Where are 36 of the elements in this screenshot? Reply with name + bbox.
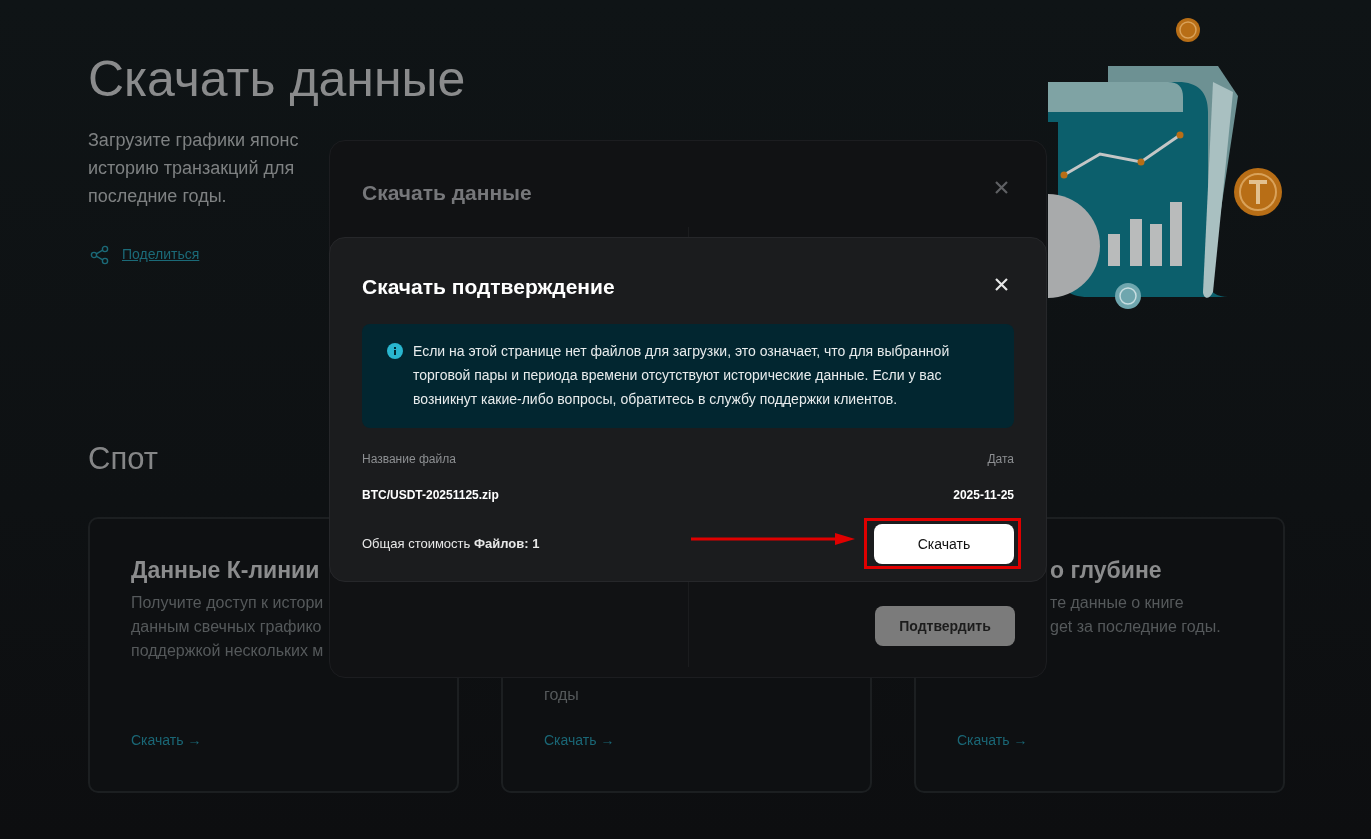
total-text: Общая стоимость Файлов: 1 bbox=[362, 535, 540, 554]
coin-icon bbox=[1048, 194, 1100, 298]
card-description: те данные о книге bbox=[1050, 593, 1184, 613]
download-button[interactable]: Скачать bbox=[874, 524, 1014, 564]
modal-title: Скачать подтверждение bbox=[362, 274, 615, 300]
card-description: данным свечных графико bbox=[131, 617, 322, 637]
description-text: последние годы. bbox=[88, 185, 227, 208]
bar bbox=[1170, 202, 1182, 266]
modal-title: Скачать данные bbox=[362, 180, 532, 206]
share-icon bbox=[90, 244, 110, 265]
description-text: историю транзакций для bbox=[88, 157, 295, 180]
table-cell-text: 2025-11-25 bbox=[953, 487, 1014, 504]
download-link[interactable]: Скачать → bbox=[957, 730, 1028, 751]
card-description: get за последние годы. bbox=[1050, 617, 1221, 637]
coin-icon bbox=[1115, 283, 1141, 309]
card-description: поддержкой нескольких м bbox=[131, 641, 324, 661]
page-title: Скачать данные bbox=[88, 50, 467, 109]
download-link[interactable]: Скачать → bbox=[131, 730, 202, 751]
section-title: Спот bbox=[88, 440, 158, 478]
card-description: годы bbox=[544, 685, 579, 705]
notice-text: Если на этой странице нет файлов для загрузки, это означает, что для выбранной торговой пары и периода времени отсутствуют исторические данные. Если у вас возникнут какие-либо вопросы, обратитесь в службу поддержки клиентов. bbox=[413, 342, 951, 409]
coin-icon bbox=[1234, 168, 1282, 216]
column-header: Дата bbox=[987, 451, 1014, 468]
card-title: Данные К-линии bbox=[131, 556, 320, 585]
coin-icon bbox=[1176, 18, 1200, 42]
column-header: Название файла bbox=[362, 451, 456, 468]
bar bbox=[1150, 224, 1162, 266]
share-link[interactable]: Поделиться bbox=[90, 244, 1371, 265]
description-text: Загрузите графики японс bbox=[88, 129, 299, 152]
card-title: о глубине bbox=[1050, 556, 1162, 585]
table-cell-text: BTC/USDT-20251125.zip bbox=[362, 487, 499, 504]
bar bbox=[1108, 234, 1120, 266]
info-icon bbox=[387, 343, 403, 359]
card-description: Получите доступ к истори bbox=[131, 593, 324, 613]
download-link[interactable]: Скачать → bbox=[544, 730, 615, 751]
bar bbox=[1130, 219, 1142, 266]
